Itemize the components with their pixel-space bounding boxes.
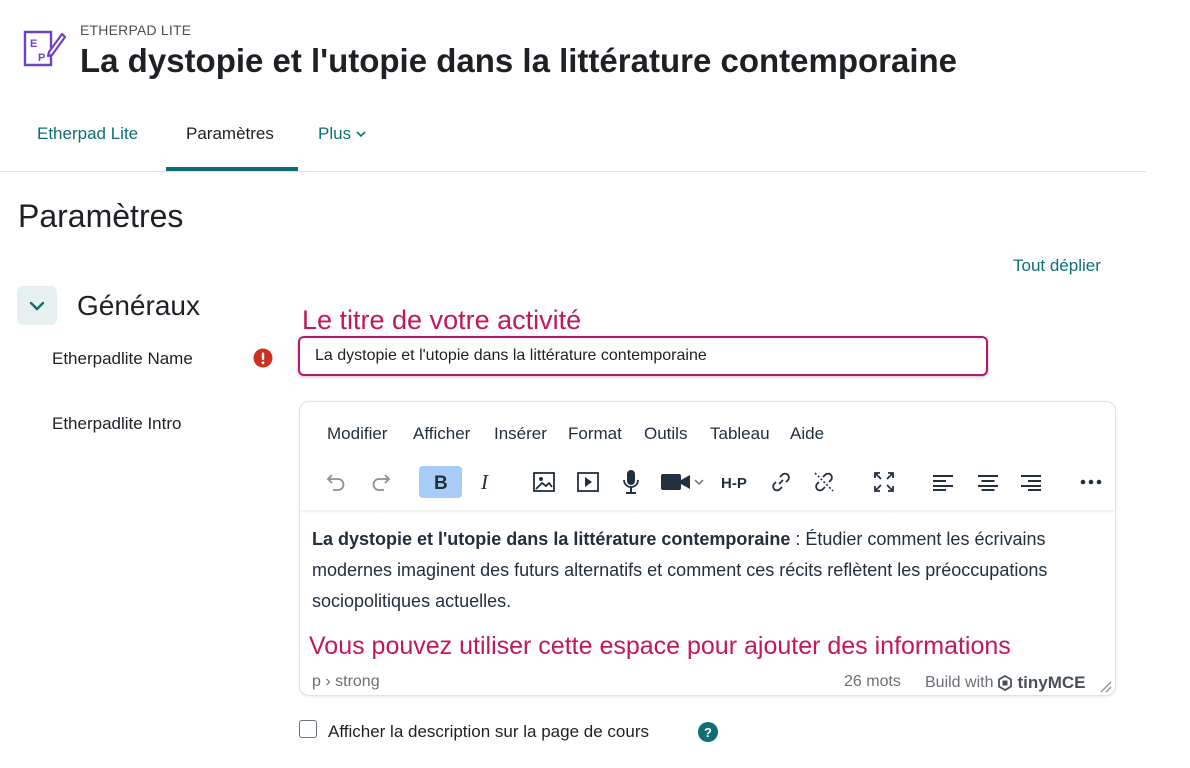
menu-inserer[interactable]: Insérer xyxy=(494,424,547,444)
content-bold-title: La dystopie et l'utopie dans la littérat… xyxy=(312,529,791,549)
collapse-generaux-button[interactable] xyxy=(17,286,57,325)
bold-icon[interactable]: B xyxy=(419,466,462,498)
more-icon[interactable] xyxy=(1074,466,1108,498)
tab-plus-label: Plus xyxy=(318,124,352,143)
align-right-icon[interactable] xyxy=(1014,466,1048,498)
image-icon[interactable] xyxy=(527,466,561,498)
svg-text:I: I xyxy=(480,471,489,493)
menu-outils[interactable]: Outils xyxy=(644,424,687,444)
name-field-label: Etherpadlite Name xyxy=(52,349,193,368)
unlink-icon[interactable] xyxy=(807,466,841,498)
align-left-icon[interactable] xyxy=(926,466,960,498)
menu-aide[interactable]: Aide xyxy=(790,424,824,444)
help-icon[interactable]: ? xyxy=(698,722,718,742)
powered-by[interactable]: Build with tinyMCE xyxy=(925,673,1085,693)
etherpad-logo-icon: E P xyxy=(22,28,66,70)
tab-parametres[interactable]: Paramètres xyxy=(186,124,274,144)
show-description-checkbox[interactable] xyxy=(299,720,317,738)
element-path[interactable]: p › strong xyxy=(312,673,380,691)
fullscreen-icon[interactable] xyxy=(867,466,901,498)
tab-plus[interactable]: Plus xyxy=(318,124,366,144)
build-with-label: Build with xyxy=(925,674,994,691)
intro-field-label: Etherpadlite Intro xyxy=(52,414,182,433)
section-title: Paramètres xyxy=(18,198,184,234)
italic-icon[interactable]: I xyxy=(469,466,503,498)
group-title-generaux: Généraux xyxy=(77,290,200,321)
tab-etherpad-lite[interactable]: Etherpad Lite xyxy=(37,124,138,144)
svg-text:B: B xyxy=(434,473,448,493)
undo-icon[interactable] xyxy=(319,466,353,498)
svg-text:P: P xyxy=(38,52,45,64)
tinymce-label: tinyMCE xyxy=(1017,673,1086,692)
required-icon xyxy=(253,348,273,368)
align-center-icon[interactable] xyxy=(971,466,1005,498)
module-type-label: ETHERPAD LITE xyxy=(80,22,192,38)
menu-modifier[interactable]: Modifier xyxy=(327,424,387,444)
menu-afficher[interactable]: Afficher xyxy=(413,424,470,444)
show-description-label[interactable]: Afficher la description sur la page de c… xyxy=(328,722,649,742)
h5p-icon[interactable]: H-P xyxy=(719,466,757,498)
editor-content[interactable]: La dystopie et l'utopie dans la littérat… xyxy=(312,524,1102,617)
svg-text:E: E xyxy=(30,38,37,50)
chevron-down-icon xyxy=(356,130,366,138)
toolbar-divider xyxy=(301,510,1114,514)
menu-format[interactable]: Format xyxy=(568,424,622,444)
editor-statusbar: p › strong 26 mots Build with tinyMCE xyxy=(312,673,1107,695)
page-title: La dystopie et l'utopie dans la littérat… xyxy=(80,42,958,79)
svg-text:H-P: H-P xyxy=(721,475,747,492)
microphone-icon[interactable] xyxy=(614,466,648,498)
resize-handle-icon[interactable] xyxy=(1098,679,1112,693)
annotation-title-hint: Le titre de votre activité xyxy=(302,305,582,335)
redo-icon[interactable] xyxy=(364,466,398,498)
name-input[interactable] xyxy=(298,336,988,376)
tabs-divider xyxy=(0,171,1146,172)
menu-tableau[interactable]: Tableau xyxy=(710,424,770,444)
media-icon[interactable] xyxy=(571,466,605,498)
expand-all-link[interactable]: Tout déplier xyxy=(1013,256,1101,276)
chevron-down-icon xyxy=(29,301,45,311)
link-icon[interactable] xyxy=(764,466,798,498)
word-count[interactable]: 26 mots xyxy=(844,673,901,691)
video-icon[interactable] xyxy=(656,466,708,498)
tinymce-logo-icon xyxy=(997,675,1013,691)
annotation-space-hint: Vous pouvez utiliser cette espace pour a… xyxy=(309,632,1011,660)
